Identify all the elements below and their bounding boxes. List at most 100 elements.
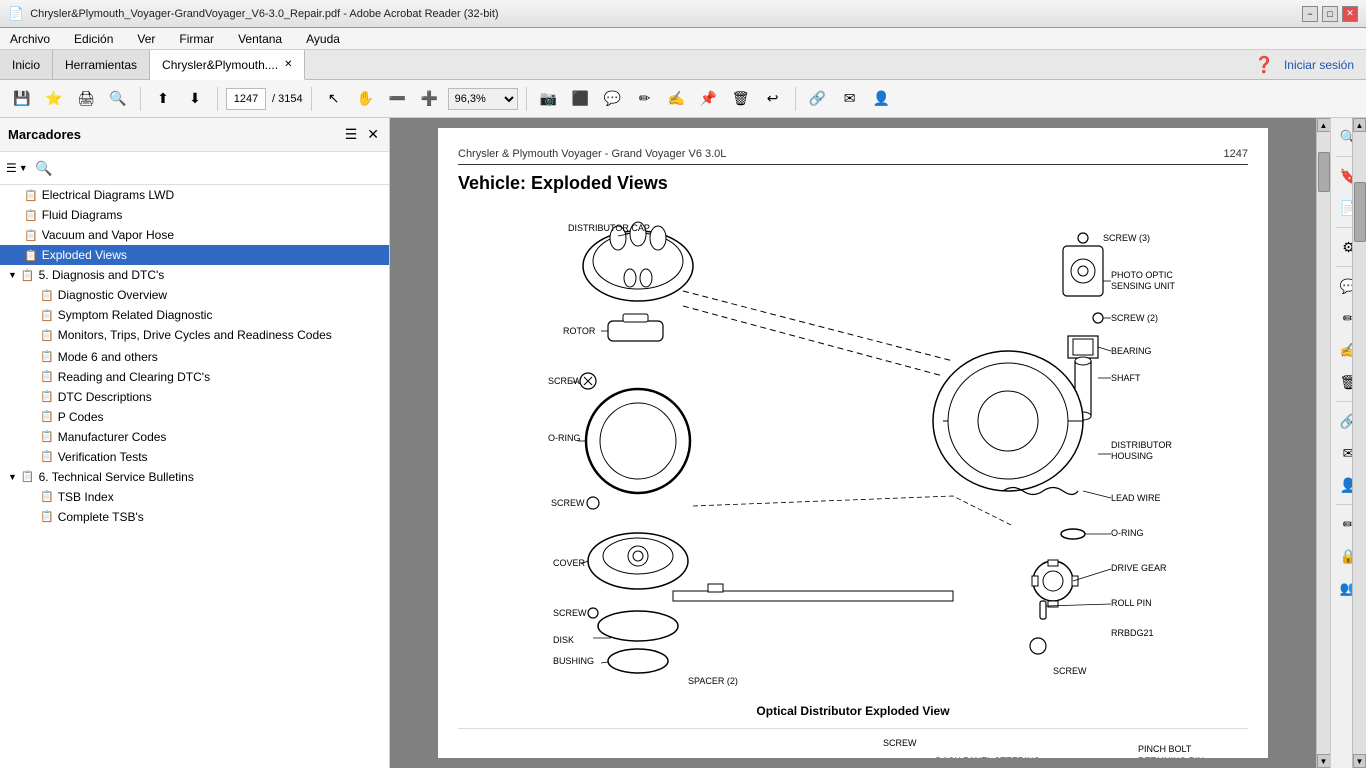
label-dash-panel1: DASH PANEL STEERING: [936, 756, 1041, 758]
bookmark-label-diag-overview: Diagnostic Overview: [58, 288, 167, 302]
hand-tool-button[interactable]: ✋: [352, 85, 380, 113]
bookmark-symptom[interactable]: 📋 Symptom Related Diagnostic: [0, 305, 389, 325]
prev-page-button[interactable]: ⬆: [149, 85, 177, 113]
sidebar-search-button[interactable]: 🔍: [32, 156, 56, 180]
sidebar-view-options[interactable]: ☰ ▼: [6, 161, 28, 175]
scroll-down-button[interactable]: ▼: [1317, 754, 1331, 768]
next-page-button[interactable]: ⬇: [181, 85, 209, 113]
bookmark-verify[interactable]: 📋 Verification Tests: [0, 447, 389, 467]
bookmark-pcodes[interactable]: 📋 P Codes: [0, 407, 389, 427]
bookmark-icon-pcodes: 📋: [40, 410, 54, 423]
separator-2: [217, 87, 218, 111]
scroll-track: [1317, 132, 1331, 754]
label-oring1: O-RING: [548, 433, 581, 443]
bookmark-icon-verify: 📋: [40, 450, 54, 463]
bookmark-exploded[interactable]: 📋 Exploded Views: [0, 245, 389, 265]
bookmark-tsb-index[interactable]: 📋 TSB Index: [0, 487, 389, 507]
bookmark-label-mfrcodes: Manufacturer Codes: [58, 430, 167, 444]
bookmarks-tree[interactable]: 📋 Electrical Diagrams LWD 📋 Fluid Diagra…: [0, 185, 389, 768]
draw-button[interactable]: ✍: [663, 85, 691, 113]
page-total: / 3154: [272, 93, 303, 105]
delete-button[interactable]: 🗑: [727, 85, 755, 113]
close-button[interactable]: ✕: [1342, 6, 1358, 22]
email-button[interactable]: ✉: [836, 85, 864, 113]
iniciar-sesion-button[interactable]: Iniciar sesión: [1284, 58, 1354, 72]
undo-button[interactable]: ↩: [759, 85, 787, 113]
stamp-button[interactable]: 📌: [695, 85, 723, 113]
pdf-page-header: Chrysler & Plymouth Voyager - Grand Voya…: [458, 148, 1248, 165]
menu-ayuda[interactable]: Ayuda: [300, 30, 346, 48]
distributor-diagram-svg: DISTRIBUTOR CAP ROTOR SCREW: [463, 206, 1243, 696]
bookmark-icon-tsb-index: 📋: [40, 490, 54, 503]
pdf-content: DISTRIBUTOR CAP ROTOR SCREW: [458, 206, 1248, 758]
bookmark-label-complete-tsb: Complete TSB's: [58, 510, 144, 524]
highlight-button[interactable]: ✏: [631, 85, 659, 113]
separator-3: [311, 87, 312, 111]
bookmark-label-verify: Verification Tests: [58, 450, 148, 464]
bookmark-fluid[interactable]: 📋 Fluid Diagrams: [0, 205, 389, 225]
menu-ver[interactable]: Ver: [131, 30, 161, 48]
tab-inicio[interactable]: Inicio: [0, 50, 53, 79]
snapshot-button[interactable]: 📷: [535, 85, 563, 113]
tab-close-button[interactable]: ✕: [284, 59, 292, 70]
menu-archivo[interactable]: Archivo: [4, 30, 56, 48]
label-drive-gear: DRIVE GEAR: [1111, 563, 1167, 573]
label-lead-wire: LEAD WIRE: [1111, 493, 1161, 503]
maximize-button[interactable]: □: [1322, 6, 1338, 22]
bookmark-label-fluid: Fluid Diagrams: [42, 208, 123, 222]
scroll-thumb[interactable]: [1318, 152, 1330, 192]
menu-edicion[interactable]: Edición: [68, 30, 119, 48]
bookmark-label-monitors: Monitors, Trips, Drive Cycles and Readin…: [58, 328, 332, 344]
sidebar-header: Marcadores ☰ ✕: [0, 118, 389, 152]
zoom-select[interactable]: 50% 75% 96,3% 100% 125% 150% 200%: [448, 88, 518, 110]
label-spacer: SPACER (2): [688, 676, 738, 686]
bookmark-dtcdesc[interactable]: 📋 DTC Descriptions: [0, 387, 389, 407]
bookmark-mode6[interactable]: 📋 Mode 6 and others: [0, 347, 389, 367]
bookmark-icon-dtcdesc: 📋: [40, 390, 54, 403]
bookmark-icon-tsb: 📋: [21, 470, 35, 483]
zoom-out-button[interactable]: ➖: [384, 85, 412, 113]
reduce-zoom-button[interactable]: 🔍: [104, 85, 132, 113]
bookmark-vacuum[interactable]: 📋 Vacuum and Vapor Hose: [0, 225, 389, 245]
bookmark-label-tsb-index: TSB Index: [58, 490, 114, 504]
user-button[interactable]: 👤: [868, 85, 896, 113]
menu-ventana[interactable]: Ventana: [232, 30, 288, 48]
bookmark-reading[interactable]: 📋 Reading and Clearing DTC's: [0, 367, 389, 387]
save-button[interactable]: 💾: [8, 85, 36, 113]
zoom-in-button[interactable]: ➕: [416, 85, 444, 113]
bookmark-tsb[interactable]: ▼ 📋 6. Technical Service Bulletins: [0, 467, 389, 487]
marquee-button[interactable]: ⬛: [567, 85, 595, 113]
pdf-scroll-area[interactable]: Chrysler & Plymouth Voyager - Grand Voya…: [390, 118, 1330, 768]
bookmark-monitors[interactable]: 📋 Monitors, Trips, Drive Cycles and Read…: [0, 325, 389, 347]
help-icon[interactable]: ❓: [1254, 55, 1274, 75]
sidebar-title: Marcadores: [8, 127, 81, 142]
bookmark-icon-vacuum: 📋: [24, 229, 38, 242]
sidebar-options-button[interactable]: ☰: [343, 124, 360, 145]
sidebar-close-button[interactable]: ✕: [365, 124, 381, 145]
bookmark-diag-overview[interactable]: 📋 Diagnostic Overview: [0, 285, 389, 305]
tab-document[interactable]: Chrysler&Plymouth.... ✕: [150, 50, 305, 80]
bookmark-diagnosis[interactable]: ▼ 📋 5. Diagnosis and DTC's: [0, 265, 389, 285]
comment-button[interactable]: 💬: [599, 85, 627, 113]
label-screw2-right: SCREW (2): [1111, 313, 1158, 323]
bookmark-mfrcodes[interactable]: 📋 Manufacturer Codes: [0, 427, 389, 447]
cursor-tool-button[interactable]: ↖: [320, 85, 348, 113]
pdf-scrollbar[interactable]: ▲ ▼: [1316, 118, 1330, 768]
page-number-input[interactable]: [226, 88, 266, 110]
link-button[interactable]: 🔗: [804, 85, 832, 113]
menu-firmar[interactable]: Firmar: [173, 30, 220, 48]
sidebar-toolbar: ☰ ▼ 🔍: [0, 152, 389, 185]
bookmark-electrical[interactable]: 📋 Electrical Diagrams LWD: [0, 185, 389, 205]
diagram-caption: Optical Distributor Exploded View: [458, 704, 1248, 718]
scroll-up-button[interactable]: ▲: [1317, 118, 1331, 132]
bookmark-label-exploded: Exploded Views: [42, 248, 127, 262]
bookmark-label-tsb: 6. Technical Service Bulletins: [39, 470, 194, 484]
print-button[interactable]: 🖨: [72, 85, 100, 113]
bookmark-complete-tsb[interactable]: 📋 Complete TSB's: [0, 507, 389, 527]
toolbar: 💾 ⭐ 🖨 🔍 ⬆ ⬇ / 3154 ↖ ✋ ➖ ➕ 50% 75% 96,3%…: [0, 80, 1366, 118]
minimize-button[interactable]: −: [1302, 6, 1318, 22]
label-pinch-bolt2: RETAINING PIN: [1138, 756, 1204, 758]
main-area: Marcadores ☰ ✕ ☰ ▼ 🔍 📋 Electrical Diagra…: [0, 118, 1366, 768]
bookmark-button[interactable]: ⭐: [40, 85, 68, 113]
tab-herramientas[interactable]: Herramientas: [53, 50, 150, 79]
